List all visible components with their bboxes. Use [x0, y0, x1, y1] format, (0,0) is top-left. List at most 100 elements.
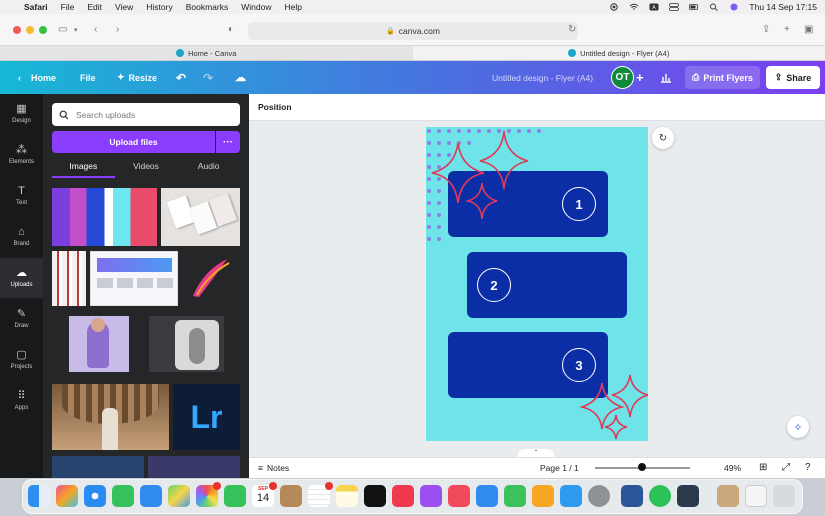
sidebar-icon[interactable]: ▭ [58, 24, 67, 35]
share-page-icon[interactable]: ⇪ [762, 24, 770, 35]
fullscreen-icon[interactable]: ⤢ [782, 458, 790, 478]
document-preview-icon[interactable] [745, 485, 767, 507]
search-input[interactable] [76, 109, 226, 120]
page-counter[interactable]: Page 1 / 1 [540, 458, 579, 478]
word-icon[interactable] [621, 485, 643, 507]
siri-icon[interactable] [729, 3, 739, 11]
archive-utility-icon[interactable] [717, 485, 739, 507]
show-pages-handle[interactable]: ⌃ [518, 449, 554, 457]
facetime-icon[interactable] [224, 485, 246, 507]
new-tab-icon[interactable]: + [784, 24, 790, 35]
home-button[interactable]: ‹ Home [18, 61, 56, 94]
grid-view-icon[interactable]: ⊞ [759, 458, 767, 478]
file-menu-button[interactable]: File [80, 61, 96, 94]
reload-icon[interactable]: ↻ [568, 24, 576, 35]
rail-item-text[interactable]: T Text [0, 176, 43, 216]
rail-item-elements[interactable]: ⁂ Elements [0, 135, 43, 175]
tab-images[interactable]: Images [52, 158, 115, 178]
maps-icon[interactable] [168, 485, 190, 507]
menu-file[interactable]: File [61, 2, 75, 12]
tab-home-canva[interactable]: Home - Canva [0, 46, 413, 60]
menu-history[interactable]: History [146, 2, 172, 12]
keynote-icon[interactable] [476, 485, 498, 507]
rail-item-design[interactable]: ▦ Design [0, 94, 43, 134]
add-collaborator-icon[interactable]: + [636, 61, 644, 94]
redo-icon[interactable]: ↷ [203, 61, 213, 94]
close-window-button[interactable] [13, 26, 21, 34]
minimize-window-button[interactable] [26, 26, 34, 34]
menu-help[interactable]: Help [284, 2, 301, 12]
upload-thumbnail[interactable] [161, 188, 240, 246]
system-settings-icon[interactable] [588, 485, 610, 507]
rail-item-draw[interactable]: ✎ Draw [0, 299, 43, 339]
step-box-1[interactable]: 1 [448, 171, 608, 237]
chevron-down-icon[interactable]: ▾ [74, 26, 78, 34]
privacy-shield-icon[interactable]: ◐ [228, 24, 234, 35]
translate-icon[interactable]: A [649, 3, 659, 11]
menu-bookmarks[interactable]: Bookmarks [186, 2, 229, 12]
wechat-icon[interactable] [649, 485, 671, 507]
mail-icon[interactable] [140, 485, 162, 507]
menu-edit[interactable]: Edit [87, 2, 102, 12]
zoom-window-button[interactable] [39, 26, 47, 34]
notes-button[interactable]: ≡ Notes [258, 458, 289, 478]
notes-app-icon[interactable] [336, 485, 358, 507]
pages-icon[interactable] [532, 485, 554, 507]
record-icon[interactable] [609, 3, 619, 11]
calendar-icon[interactable]: SEP 14 [252, 482, 277, 507]
resize-button[interactable]: ✦ Resize [117, 61, 157, 94]
upload-thumbnail[interactable]: Lr [173, 384, 240, 450]
design-page[interactable]: 1 2 3 [426, 127, 648, 441]
finder-icon[interactable] [28, 485, 50, 507]
upload-thumbnail[interactable] [69, 316, 129, 372]
upload-thumbnail[interactable] [149, 316, 224, 372]
rail-item-uploads[interactable]: ☁ Uploads [0, 258, 43, 298]
app-store-icon[interactable] [560, 485, 582, 507]
help-icon[interactable]: ? [805, 458, 811, 478]
launchpad-icon[interactable] [56, 485, 78, 507]
numbers-icon[interactable] [504, 485, 526, 507]
upload-thumbnail[interactable] [52, 384, 169, 450]
step-box-2[interactable]: 2 [467, 252, 627, 318]
insights-chart-icon[interactable] [660, 61, 672, 94]
battery-icon[interactable] [689, 3, 699, 11]
trash-icon[interactable] [773, 485, 795, 507]
apple-tv-icon[interactable] [364, 485, 386, 507]
refresh-design-icon[interactable]: ↻ [652, 127, 674, 149]
contacts-icon[interactable] [280, 485, 302, 507]
menu-view[interactable]: View [115, 2, 133, 12]
upload-thumbnail[interactable] [52, 456, 144, 478]
forward-icon[interactable]: › [116, 24, 119, 35]
menu-window[interactable]: Window [241, 2, 271, 12]
upload-thumbnail[interactable] [52, 188, 157, 246]
control-center-icon[interactable] [669, 3, 680, 11]
position-button[interactable]: Position [258, 94, 292, 121]
search-box[interactable] [52, 103, 240, 126]
search-spotlight-icon[interactable] [709, 3, 719, 11]
rail-item-apps[interactable]: ⠿ Apps [0, 381, 43, 421]
upload-files-button[interactable]: Upload files [52, 131, 215, 153]
zoom-slider-knob[interactable] [638, 463, 646, 471]
tab-overview-icon[interactable]: ▣ [804, 24, 813, 35]
document-title[interactable]: Untitled design - Flyer (A4) [492, 61, 593, 94]
zoom-level[interactable]: 49% [724, 458, 741, 478]
share-button[interactable]: ⇪ Share [766, 66, 820, 89]
upload-thumbnail[interactable] [183, 251, 240, 306]
more-options-button[interactable]: ··· [216, 131, 240, 153]
upload-thumbnail[interactable] [90, 251, 178, 306]
upload-thumbnail[interactable] [148, 456, 240, 478]
address-bar[interactable]: 🔒 canva.com [248, 22, 578, 40]
magic-assistant-icon[interactable]: ✧ [787, 416, 809, 438]
reminders-icon[interactable] [308, 482, 333, 507]
rail-item-brand[interactable]: ⌂ Brand [0, 217, 43, 257]
screen-capture-icon[interactable] [677, 485, 699, 507]
step-box-3[interactable]: 3 [448, 332, 608, 398]
undo-icon[interactable]: ↶ [176, 61, 186, 94]
upload-thumbnail[interactable] [52, 251, 86, 306]
podcasts-icon[interactable] [420, 485, 442, 507]
music-icon[interactable] [392, 485, 414, 507]
messages-icon[interactable] [112, 485, 134, 507]
tab-untitled-design[interactable]: Untitled design - Flyer (A4) [412, 46, 825, 60]
cloud-saved-icon[interactable]: ☁ [235, 61, 246, 94]
print-flyers-button[interactable]: ⎙ Print Flyers [685, 66, 760, 89]
